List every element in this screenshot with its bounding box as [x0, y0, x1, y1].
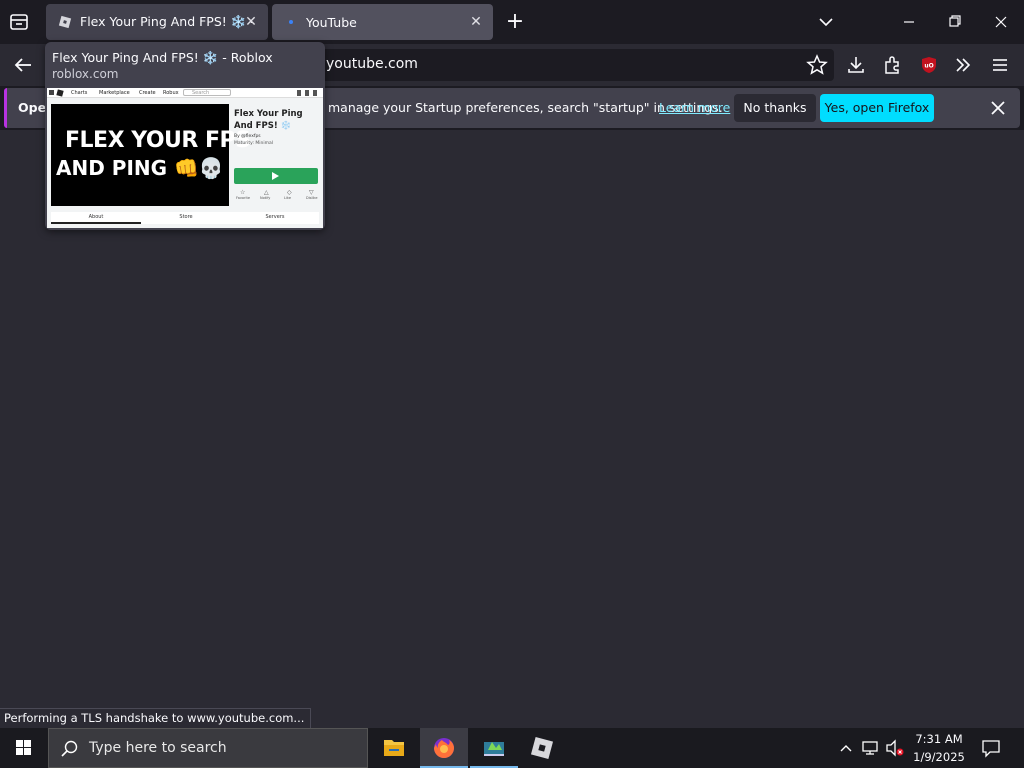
thumb-action-row: Favorite Notify Like Dislike ☆ △ ◇ ▽: [234, 188, 318, 202]
back-arrow-icon[interactable]: [12, 55, 34, 75]
yes-open-firefox-button[interactable]: Yes, open Firefox: [820, 94, 934, 122]
url-bar[interactable]: youtube.com: [300, 49, 834, 81]
thumb-action: Dislike: [306, 196, 318, 200]
status-panel: Performing a TLS handshake to www.youtub…: [0, 708, 312, 728]
tab-title: YouTube: [306, 14, 357, 30]
tray-chevron-up-icon[interactable]: [836, 738, 856, 758]
notification-close-icon[interactable]: [988, 98, 1008, 118]
more-tools-chevron-icon[interactable]: [952, 54, 974, 76]
tab-list-icon[interactable]: [8, 12, 30, 32]
restore-button[interactable]: [940, 12, 970, 32]
thumb-nav-item: Charts: [71, 90, 88, 96]
notification-accent-strip: [4, 88, 7, 128]
thumb-tabs: About Store Servers: [51, 212, 319, 224]
tab-strip: Flex Your Ping And FPS! ❄️ - Roblox ✕ Yo…: [0, 0, 1024, 44]
bookmark-star-icon[interactable]: [806, 54, 828, 76]
preview-domain: roblox.com: [52, 67, 119, 81]
roblox-favicon-icon: [58, 15, 72, 29]
thumb-banner-line1: FLEX YOUR FPS: [65, 128, 251, 153]
thumb-tab-about: About: [51, 212, 141, 224]
thumb-tab-store: Store: [141, 212, 231, 224]
close-window-button[interactable]: [986, 12, 1016, 32]
preview-title: Flex Your Ping And FPS! ❄️ - Roblox: [52, 50, 273, 65]
search-icon: [59, 739, 79, 759]
windows-taskbar: Type here to search 7:31 AM 1/9/2025: [0, 728, 1024, 768]
thumb-play-button: [234, 168, 318, 184]
thumb-like-icon: ◇: [287, 189, 292, 196]
tab-overflow-chevron-icon[interactable]: [816, 12, 836, 32]
preview-thumbnail: Charts Marketplace Create Robux Search F…: [47, 88, 323, 228]
thumb-star-icon: ☆: [240, 189, 246, 196]
start-windows-icon[interactable]: [0, 728, 48, 768]
thumb-action: Notify: [260, 196, 271, 200]
new-tab-button[interactable]: +: [504, 9, 526, 35]
tab-preview-popup: Flex Your Ping And FPS! ❄️ - Roblox robl…: [45, 42, 325, 230]
thumb-nav-bar: Charts Marketplace Create Robux Search: [47, 88, 323, 98]
tab-title: Flex Your Ping And FPS! ❄️ - Roblox: [80, 14, 252, 29]
firefox-taskbar-icon[interactable]: [420, 728, 468, 768]
thumb-bell-icon: △: [264, 189, 269, 196]
thumb-menu-icon: [49, 90, 54, 95]
taskbar-search-box[interactable]: Type here to search: [48, 728, 368, 768]
thumb-game-banner: FLEX YOUR FPS AND PING 👊💀: [51, 104, 251, 206]
thumb-by: By @flexfps: [234, 134, 261, 139]
volume-muted-icon[interactable]: [884, 738, 906, 758]
tab-youtube[interactable]: YouTube ✕: [272, 4, 493, 40]
thumb-search-box: Search: [183, 89, 231, 96]
svg-text:uO: uO: [924, 63, 933, 70]
downloads-icon[interactable]: [845, 54, 867, 76]
clock-date[interactable]: 1/9/2025: [906, 750, 972, 764]
thumb-action: Favorite: [236, 196, 250, 200]
thumb-maturity: Maturity: Minimal: [234, 141, 274, 146]
tab-roblox[interactable]: Flex Your Ping And FPS! ❄️ - Roblox ✕: [46, 4, 268, 40]
thumb-banner-line2: AND PING 👊💀: [56, 156, 224, 180]
search-placeholder: Type here to search: [89, 740, 227, 756]
thumb-dislike-icon: ▽: [309, 189, 314, 196]
roblox-taskbar-icon[interactable]: [518, 728, 566, 768]
tab-close-icon[interactable]: ✕: [469, 15, 483, 29]
thumb-tab-servers: Servers: [231, 212, 319, 224]
extensions-puzzle-icon[interactable]: [882, 54, 904, 76]
app-taskbar-icon[interactable]: [470, 728, 518, 768]
network-icon[interactable]: [860, 738, 882, 758]
thumb-game-title: Flex Your Ping And FPS! ❄️: [234, 109, 303, 131]
url-text: youtube.com: [326, 56, 418, 72]
thumb-nav-item: Robux: [163, 90, 179, 96]
thumb-nav-icons: [297, 90, 319, 96]
tab-close-icon[interactable]: ✕: [244, 15, 258, 29]
action-center-icon[interactable]: [980, 738, 1002, 758]
thumb-logo-icon: [56, 89, 64, 97]
no-thanks-button[interactable]: No thanks: [734, 94, 816, 122]
loading-dot-icon: [284, 15, 298, 29]
thumb-nav-item: Create: [139, 90, 156, 96]
hamburger-menu-icon[interactable]: [989, 54, 1011, 76]
thumb-nav-item: Marketplace: [99, 90, 130, 96]
file-explorer-icon[interactable]: [370, 728, 418, 768]
clock-time[interactable]: 7:31 AM: [906, 732, 972, 746]
learn-more-link[interactable]: Learn more: [659, 100, 730, 115]
minimize-button[interactable]: [894, 12, 924, 32]
thumb-action: Like: [284, 196, 291, 200]
ublock-origin-icon[interactable]: uO: [918, 54, 940, 76]
